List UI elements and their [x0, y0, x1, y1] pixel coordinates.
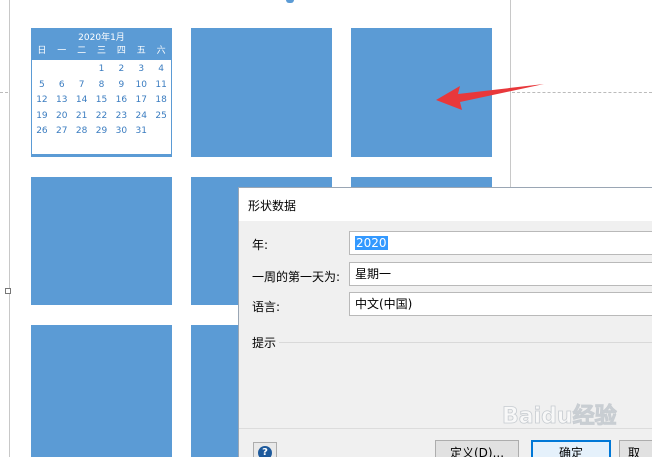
day-cell: 9	[118, 79, 125, 90]
calendar-tile[interactable]	[31, 325, 172, 457]
calendar-days: 1 2 3 4 5 6 7 8 9 10 11 12 13 14 15 16 1…	[32, 60, 171, 140]
day-cell: 27	[56, 126, 68, 136]
year-input[interactable]: 2020	[349, 231, 652, 255]
day-cell: 24	[135, 110, 147, 121]
weekday-label: 四	[116, 46, 126, 56]
day-cell	[52, 62, 72, 78]
day-cell: 18	[155, 95, 167, 105]
ok-button[interactable]: 确定	[531, 440, 611, 457]
day-cell	[32, 62, 52, 78]
day-cell: 26	[36, 126, 48, 136]
day-cell: 2	[118, 64, 125, 74]
help-button[interactable]: ?	[253, 442, 277, 457]
weekday-label: 五	[136, 46, 146, 56]
day-cell: 30	[115, 126, 128, 136]
day-cell: 11	[155, 79, 167, 90]
day-cell: 10	[135, 79, 147, 90]
hint-divider	[279, 342, 652, 343]
day-cell: 7	[78, 79, 85, 90]
day-cell	[72, 62, 92, 78]
watermark-text: Baidu经验	[502, 403, 617, 429]
day-cell: 28	[75, 126, 88, 136]
day-cell: 22	[95, 110, 108, 121]
year-value: 2020	[355, 236, 388, 250]
day-cell: 14	[75, 95, 88, 105]
weekday-label: 六	[156, 46, 166, 56]
guide-line-left	[0, 92, 8, 93]
day-cell: 1	[98, 64, 105, 74]
day-cell: 31	[135, 126, 147, 136]
calendar-tile[interactable]	[31, 177, 172, 305]
dialog-title: 形状数据	[248, 199, 297, 213]
day-cell: 13	[56, 95, 68, 105]
day-cell: 5	[39, 79, 45, 90]
calendar-tile[interactable]	[191, 28, 332, 157]
calendar-header: 2020年1月 日 一 二 三 四 五 六	[32, 29, 171, 60]
hint-label: 提示	[252, 336, 277, 350]
day-cell: 12	[36, 95, 48, 105]
day-cell: 8	[98, 79, 105, 90]
drawing-canvas: 2020年1月 日 一 二 三 四 五 六 1 2 3 4 5 6 7 8 9	[0, 0, 652, 457]
day-cell	[151, 124, 171, 140]
year-label: 年:	[252, 238, 269, 252]
weekday-label: 一	[57, 46, 67, 56]
weekday-label: 二	[77, 46, 87, 56]
language-label: 语言:	[252, 300, 281, 314]
first-day-label: 一周的第一天为:	[252, 270, 341, 284]
cancel-button[interactable]: 取	[619, 440, 652, 457]
day-cell: 23	[115, 110, 128, 121]
baidu-watermark: Baidu经验	[502, 403, 617, 430]
day-cell: 20	[56, 110, 68, 121]
day-cell: 4	[158, 64, 164, 74]
day-cell: 19	[36, 110, 48, 121]
day-cell: 21	[75, 110, 88, 121]
day-cell: 25	[155, 110, 167, 121]
language-input[interactable]: 中文(中国)	[349, 292, 652, 316]
question-icon: ?	[258, 446, 272, 457]
day-cell: 3	[138, 64, 145, 74]
day-cell: 29	[95, 126, 108, 136]
day-cell: 16	[115, 95, 128, 105]
selection-handle[interactable]	[5, 288, 11, 294]
weekday-row: 日 一 二 三 四 五 六	[32, 45, 171, 58]
weekday-label: 三	[96, 46, 106, 56]
first-day-input[interactable]: 星期一	[349, 262, 652, 286]
red-arrow-icon	[436, 84, 544, 110]
define-button[interactable]: 定义(D)...	[435, 440, 519, 457]
calendar-bottom-bar	[32, 154, 171, 156]
day-cell: 15	[95, 95, 108, 105]
day-cell: 17	[135, 95, 147, 105]
dialog-titlebar	[239, 188, 652, 221]
weekday-label: 日	[37, 46, 47, 56]
calendar-title: 2020年1月	[78, 33, 125, 43]
day-cell: 6	[58, 79, 65, 90]
calendar-shape-jan[interactable]: 2020年1月 日 一 二 三 四 五 六 1 2 3 4 5 6 7 8 9	[31, 28, 172, 157]
